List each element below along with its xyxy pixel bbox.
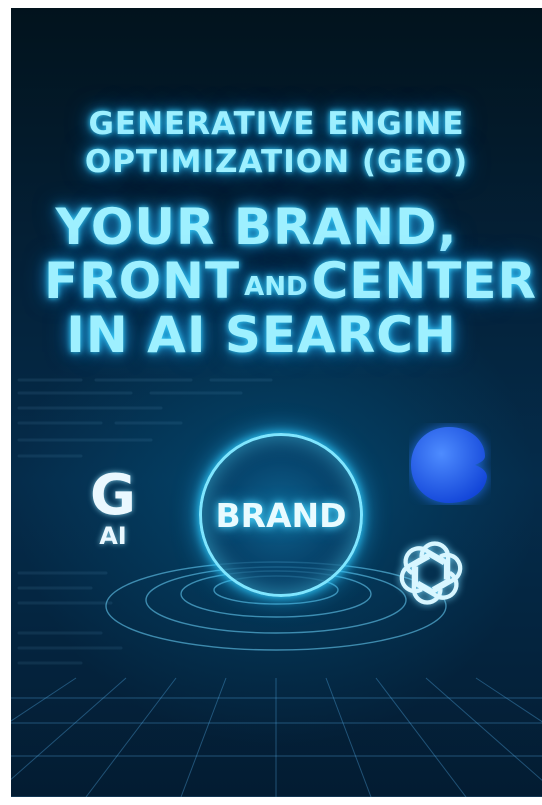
openai-icon [399,541,463,605]
kicker-line-2: OPTIMIZATION (GEO) [84,144,469,180]
kicker-line-1: GENERATIVE ENGINE [88,106,465,142]
headline-center: CENTER [311,252,538,310]
poster: GENERATIVE ENGINE OPTIMIZATION (GEO) YOU… [11,8,542,797]
brand-label: BRAND [215,495,347,535]
chat-bubble-icon [411,427,487,503]
headline-front: FRONT [43,252,241,310]
brand-orb: BRAND [199,433,363,597]
headline-line-1: YOUR BRAND, [55,198,458,256]
google-g-letter: G [90,463,136,528]
headline-and: AND [244,272,308,302]
google-ai-icon: G AI [83,463,143,551]
headline-line-3: IN AI SEARCH [66,306,457,364]
